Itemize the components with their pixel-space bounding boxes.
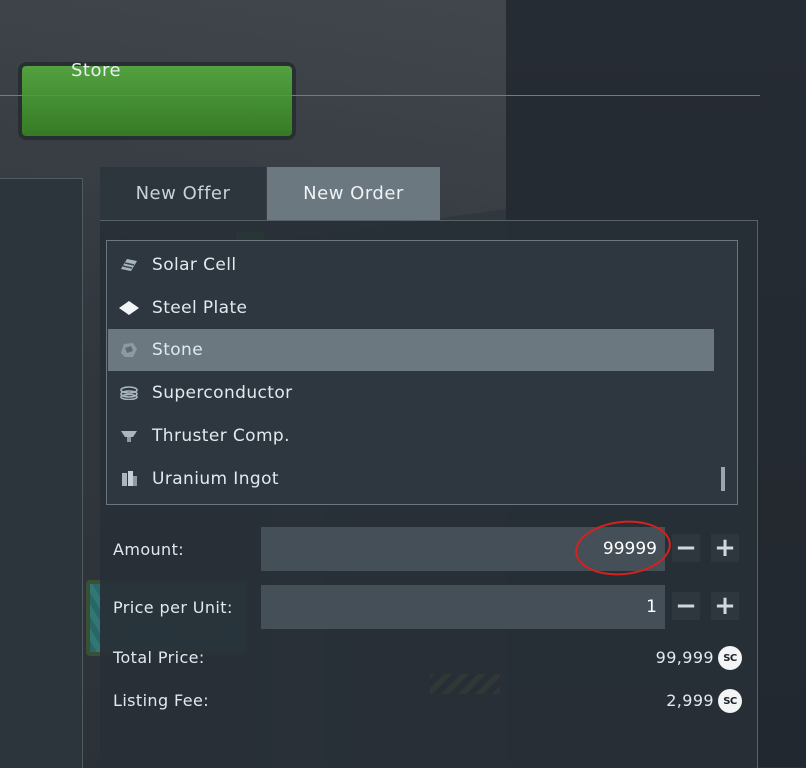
price-per-unit-input[interactable] (261, 585, 665, 629)
amount-label: Amount: (113, 540, 185, 559)
tab-new-offer[interactable]: New Offer (100, 167, 266, 220)
list-item-label: Solar Cell (152, 255, 237, 275)
superconductor-icon (118, 382, 140, 404)
title-divider (0, 95, 760, 96)
list-item-stone[interactable]: Stone (108, 329, 714, 371)
space-credit-icon: SC (718, 689, 742, 713)
uranium-ingot-icon (118, 468, 140, 490)
steel-plate-icon (118, 297, 140, 319)
list-item-superconductor[interactable]: Superconductor (108, 372, 714, 414)
list-item-thruster-comp[interactable]: Thruster Comp. (108, 415, 714, 457)
amount-input[interactable] (261, 527, 665, 571)
listing-fee-value: 2,999 (666, 691, 714, 710)
amount-increase-button[interactable]: + (711, 533, 739, 563)
listing-fee-label: Listing Fee: (113, 691, 210, 710)
list-item-label: Uranium Ingot (152, 469, 279, 489)
total-price-value: 99,999 (655, 648, 714, 667)
total-price-label: Total Price: (113, 648, 205, 667)
list-item-label: Stone (152, 340, 204, 360)
price-decrease-button[interactable]: − (672, 591, 700, 621)
space-credit-icon: SC (718, 646, 742, 670)
tab-new-order[interactable]: New Order (267, 167, 440, 220)
price-increase-button[interactable]: + (711, 591, 739, 621)
window-title: Store (71, 60, 122, 81)
list-item-label: Thruster Comp. (152, 426, 290, 446)
list-item-steel-plate[interactable]: Steel Plate (108, 287, 714, 329)
list-item-label: Steel Plate (152, 298, 248, 318)
solar-cell-icon (118, 254, 140, 276)
side-panel (0, 178, 83, 768)
thruster-comp-icon (118, 425, 140, 447)
list-scrollbar[interactable] (721, 467, 725, 491)
price-per-unit-label: Price per Unit: (113, 598, 233, 617)
amount-decrease-button[interactable]: − (672, 533, 700, 563)
list-item-solar-cell[interactable]: Solar Cell (108, 244, 714, 286)
list-item-label: Superconductor (152, 383, 293, 403)
list-item-uranium-ingot[interactable]: Uranium Ingot (108, 458, 714, 500)
item-list[interactable]: Solar Cell Steel Plate Stone Superconduc… (106, 240, 738, 505)
stone-icon (118, 339, 140, 361)
